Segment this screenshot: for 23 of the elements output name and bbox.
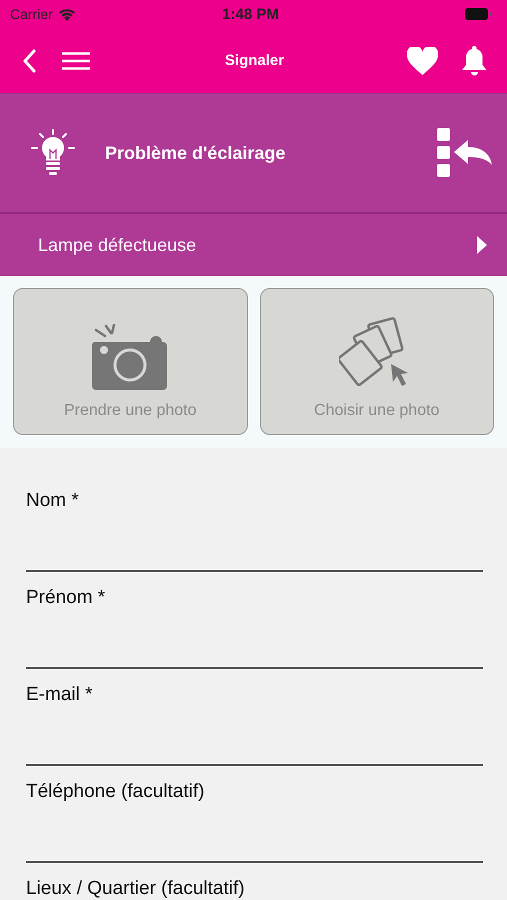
category-title: Problème d'éclairage [105,142,286,164]
battery-icon [464,8,491,20]
field-label: Nom * [26,490,80,512]
wifi-icon [58,8,76,20]
field-label: Lieux / Quartier (facultatif) [26,878,246,900]
field-label: E-mail * [26,684,94,706]
subcategory-row[interactable]: Lampe défectueuse [0,214,507,276]
chevron-right-icon [477,236,487,254]
bell-icon[interactable] [462,46,487,76]
field-label: Téléphone (facultatif) [26,781,206,803]
choose-photo-button[interactable]: Choisir une photo [260,288,494,435]
heart-icon[interactable] [407,46,438,74]
take-photo-button[interactable]: Prendre une photo [13,288,248,435]
lightbulb-icon [31,129,75,177]
menu-icon[interactable] [62,52,90,70]
list-return-icon[interactable] [437,128,493,178]
status-time: 1:48 PM [222,6,279,22]
back-icon[interactable] [22,48,36,72]
field-label: Prénom * [26,587,106,609]
carrier-label: Carrier [10,6,53,22]
subcategory-label: Lampe défectueuse [38,234,196,256]
camera-icon [92,324,168,392]
nav-title: Signaler [224,52,284,69]
